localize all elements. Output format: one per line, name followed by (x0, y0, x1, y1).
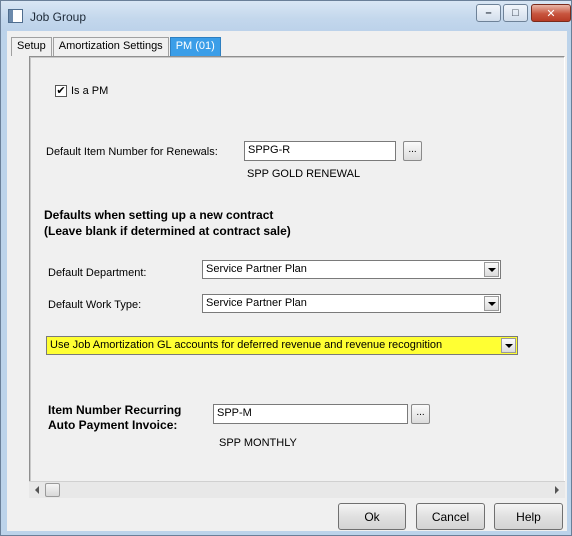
dialog-client: Setup Amortization Settings PM (01) ✔ Is… (7, 31, 567, 531)
horizontal-scrollbar[interactable] (29, 481, 565, 498)
chevron-down-icon[interactable] (484, 262, 499, 277)
gl-account-option-select[interactable]: Use Job Amortization GL accounts for def… (46, 336, 518, 355)
recurring-item-browse-button[interactable]: ... (411, 404, 430, 424)
tab-setup[interactable]: Setup (11, 37, 52, 56)
minimize-button[interactable]: – (476, 4, 501, 22)
default-work-type-value: Service Partner Plan (206, 297, 307, 309)
default-work-type-select[interactable]: Service Partner Plan (202, 294, 501, 313)
renewal-item-field[interactable]: SPPG-R (244, 141, 396, 161)
is-pm-checkbox[interactable]: ✔ (55, 85, 67, 97)
job-group-window: Job Group – □ ✕ Setup Amortization Setti… (0, 0, 572, 536)
gl-account-option-value: Use Job Amortization GL accounts for def… (50, 339, 443, 351)
recurring-item-field[interactable]: SPP-M (213, 404, 408, 424)
chevron-down-icon[interactable] (484, 296, 499, 311)
renewal-item-label: Default Item Number for Renewals: (46, 146, 218, 158)
scroll-right-icon[interactable] (555, 486, 559, 494)
tab-strip: Setup Amortization Settings PM (01) (11, 37, 222, 57)
default-department-value: Service Partner Plan (206, 263, 307, 275)
recurring-item-label-line2: Auto Payment Invoice: (48, 418, 178, 432)
pm-tab-panel: ✔ Is a PM Default Item Number for Renewa… (29, 56, 565, 498)
title-bar[interactable]: Job Group – □ ✕ (1, 1, 571, 31)
maximize-button[interactable]: □ (503, 4, 528, 22)
scroll-left-icon[interactable] (35, 486, 39, 494)
default-department-label: Default Department: (48, 267, 147, 279)
cancel-button[interactable]: Cancel (416, 503, 485, 530)
chevron-down-icon[interactable] (501, 338, 516, 353)
app-icon (8, 9, 23, 23)
recurring-item-label-line1: Item Number Recurring (48, 403, 182, 417)
help-button[interactable]: Help (494, 503, 563, 530)
defaults-heading-line2: (Leave blank if determined at contract s… (44, 224, 291, 238)
renewal-item-description: SPP GOLD RENEWAL (247, 168, 361, 180)
window-title: Job Group (30, 10, 87, 24)
default-department-select[interactable]: Service Partner Plan (202, 260, 501, 279)
close-button[interactable]: ✕ (531, 4, 571, 22)
tab-pm[interactable]: PM (01) (169, 37, 221, 56)
renewal-item-browse-button[interactable]: ... (403, 141, 422, 161)
tab-amortization-settings[interactable]: Amortization Settings (52, 37, 169, 56)
is-pm-label: Is a PM (71, 85, 109, 97)
scroll-thumb[interactable] (45, 483, 60, 497)
default-work-type-label: Default Work Type: (48, 299, 142, 311)
defaults-heading-line1: Defaults when setting up a new contract (44, 208, 274, 222)
ok-button[interactable]: Ok (338, 503, 406, 530)
recurring-item-description: SPP MONTHLY (219, 437, 297, 449)
